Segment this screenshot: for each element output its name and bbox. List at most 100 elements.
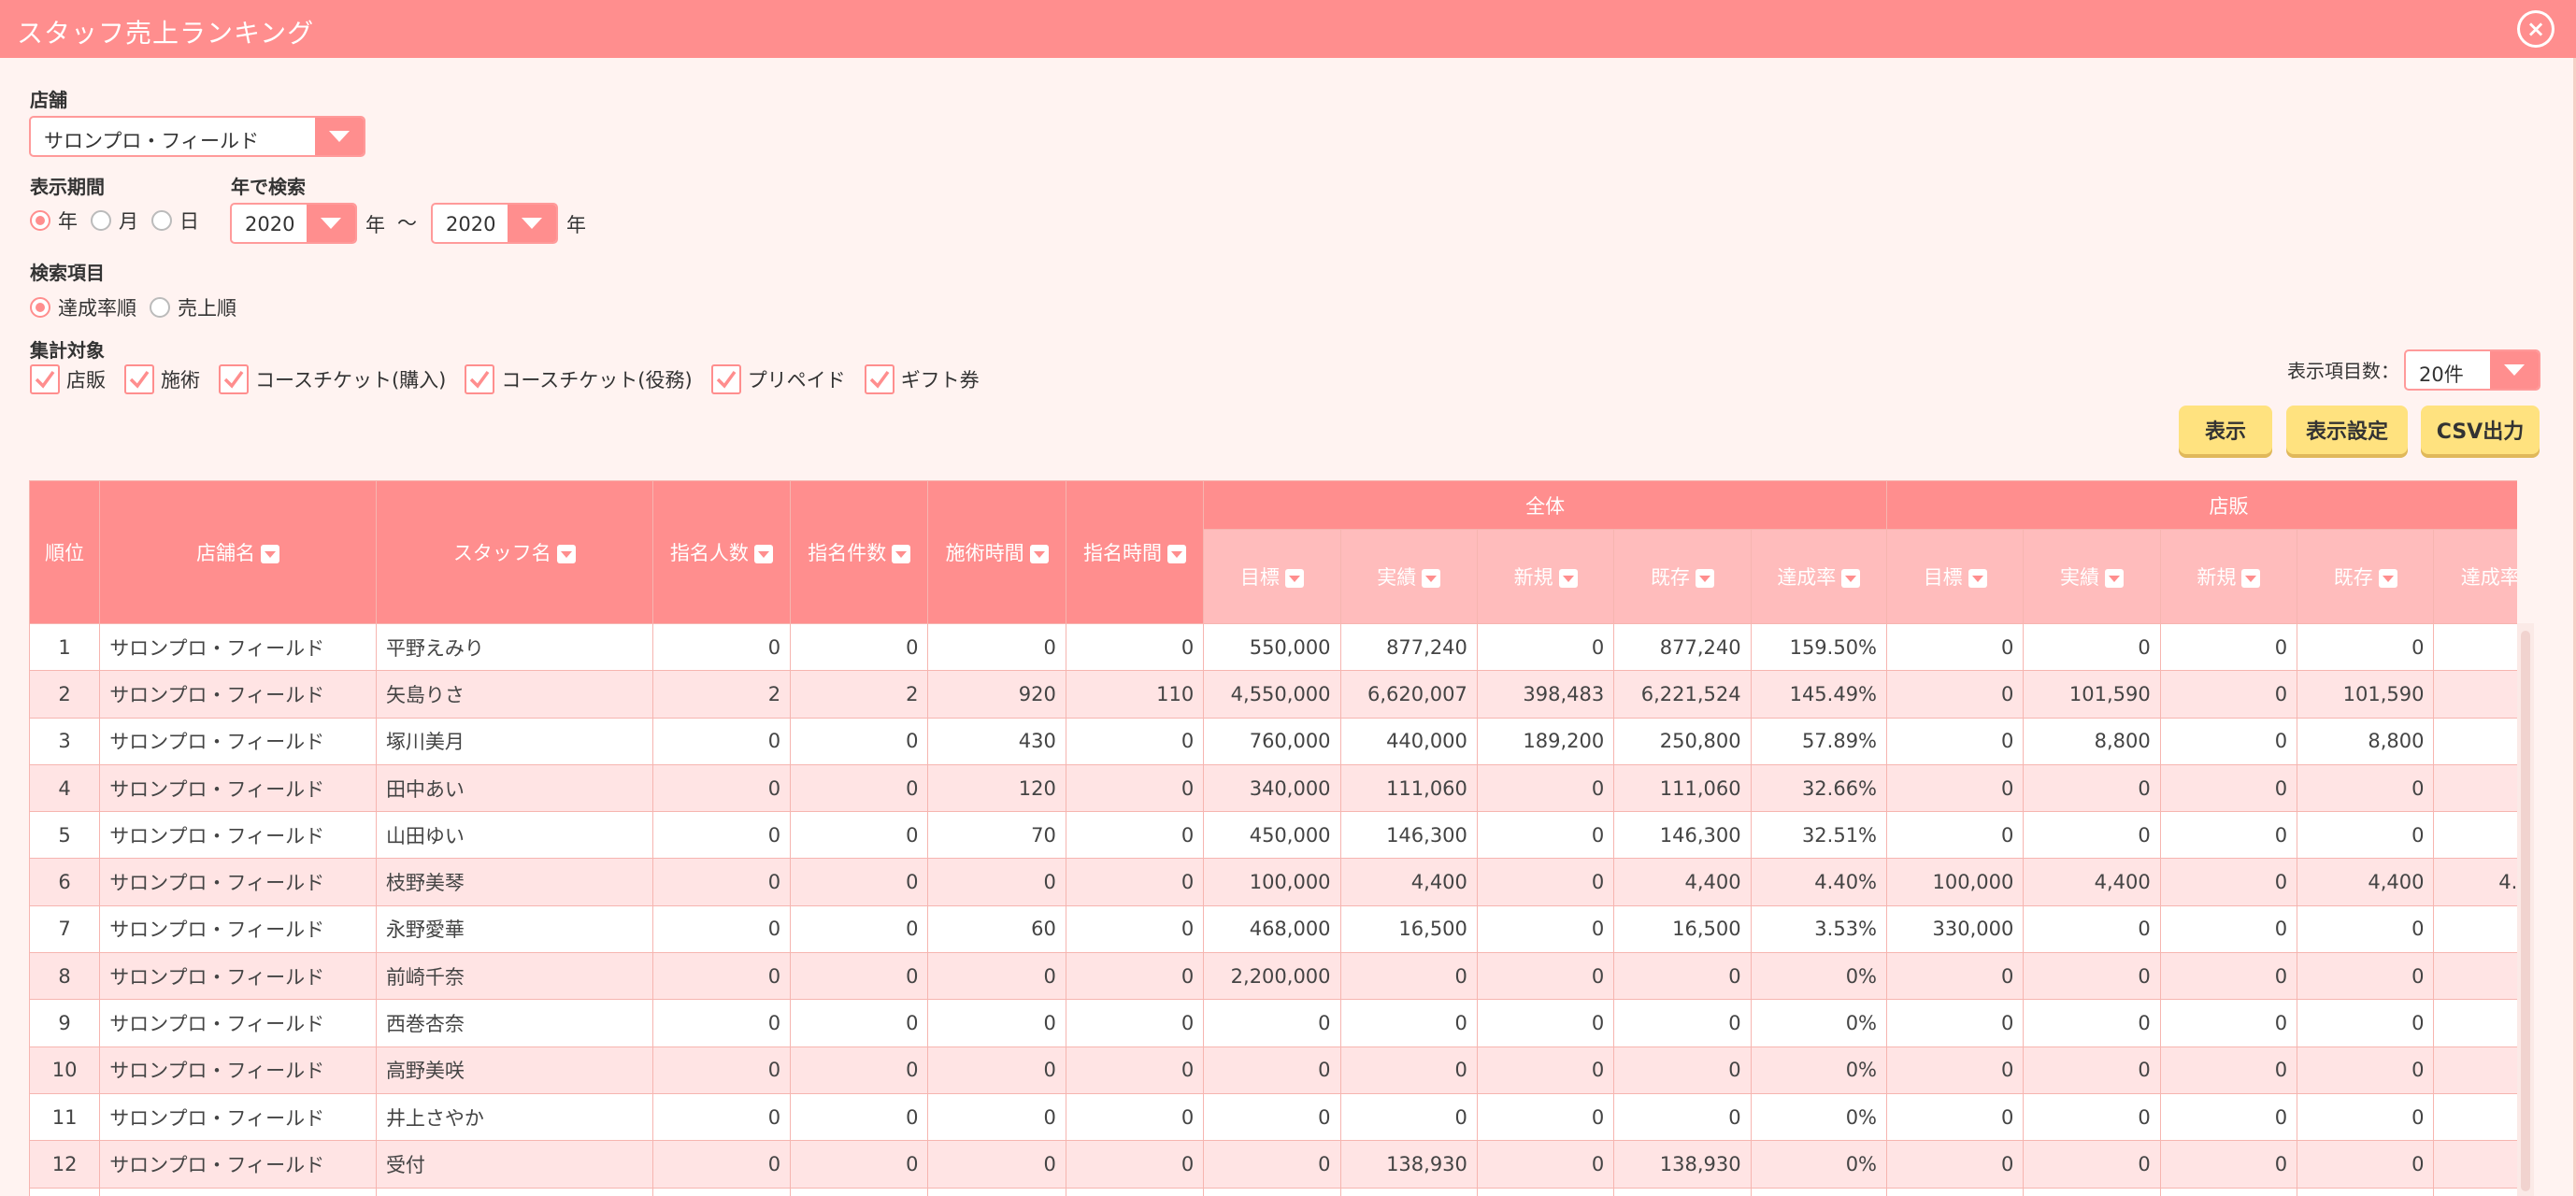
col-retail-actual[interactable]: 実績	[2023, 529, 2161, 624]
col-treatment-time[interactable]: 施術時間	[927, 480, 1066, 624]
table-row[interactable]: 2 サロンプロ・フィールド 矢島りさ 2 2 920 110 4,550,000 6,620,0…	[29, 670, 2517, 719]
col-nominated-people[interactable]: 指名人数	[651, 480, 792, 624]
scrollbar-thumb[interactable]	[2521, 631, 2530, 1191]
sort-icon[interactable]	[261, 545, 280, 563]
table-row[interactable]	[29, 1187, 2517, 1196]
cell-a-new: 0	[1476, 999, 1615, 1047]
cell-r-act: 0	[2023, 811, 2161, 860]
col-all-new[interactable]: 新規	[1476, 529, 1615, 624]
target-checkbox-course-service[interactable]: コースチケット(役務)	[465, 364, 693, 394]
ranking-table: 順位 店舗名 スタッフ名 指名人数 指名件数 施術時間 指名時間 全体 店販 目…	[29, 480, 2517, 1196]
modal-window: スタッフ売上ランキング × 店舗 サロンプロ・フィールド 表示期間 年 月 日 …	[0, 0, 2576, 1196]
col-retail-new[interactable]: 新規	[2159, 529, 2298, 624]
csv-export-button[interactable]: CSV出力	[2421, 406, 2540, 454]
table-row[interactable]: 9 サロンプロ・フィールド 西巻杏奈 0 0 0 0 0 0 0 0 0% 0 0 0 0	[29, 999, 2517, 1047]
sort-icon[interactable]	[892, 545, 911, 563]
radio-icon	[150, 297, 170, 318]
col-all-actual[interactable]: 実績	[1339, 529, 1478, 624]
cell-np: 0	[651, 811, 792, 860]
sort-icon[interactable]	[1968, 569, 1987, 588]
table-row[interactable]: 10 サロンプロ・フィールド 高野美咲 0 0 0 0 0 0 0 0 0% 0 0 0 0	[29, 1046, 2517, 1094]
table-row[interactable]: 1 サロンプロ・フィールド 平野えみり 0 0 0 0 550,000 877,240 0 877,…	[29, 622, 2517, 672]
sort-icon[interactable]	[1029, 545, 1049, 563]
col-staff[interactable]: スタッフ名	[375, 480, 653, 624]
sort-icon[interactable]	[556, 545, 576, 563]
table-row[interactable]: 7 サロンプロ・フィールド 永野愛華 0 0 60 0 468,000 16,500 0 16,50…	[29, 904, 2517, 954]
table-row[interactable]: 4 サロンプロ・フィールド 田中あい 0 0 120 0 340,000 111,060 0 111…	[29, 763, 2517, 813]
cell-store: サロンプロ・フィールド	[99, 1140, 377, 1189]
col-nominated-time[interactable]: 指名時間	[1065, 480, 1205, 624]
table-scrollbar[interactable]	[2517, 623, 2534, 1196]
target-checkbox-treatment[interactable]: 施術	[124, 364, 200, 394]
col-all-existing[interactable]: 既存	[1613, 529, 1752, 624]
col-retail-existing[interactable]: 既存	[2297, 529, 2435, 624]
table-row[interactable]: 6 サロンプロ・フィールド 枝野美琴 0 0 0 0 100,000 4,400 0 4,400 4.…	[29, 858, 2517, 906]
cell-a-rate: 0%	[1750, 1092, 1888, 1142]
search-radio-achievement[interactable]: 達成率順	[30, 293, 136, 321]
cell-a-rate: 0%	[1750, 999, 1888, 1047]
display-count-select[interactable]: 20件	[2404, 349, 2540, 391]
cell-np: 0	[651, 999, 792, 1047]
table-row[interactable]: 12 サロンプロ・フィールド 受付 0 0 0 0 0 138,930 0 138,930 0% 0 0 0…	[29, 1140, 2517, 1189]
cell-rank: 10	[29, 1046, 101, 1094]
sort-icon[interactable]	[1841, 569, 1861, 588]
target-checkbox-course-purchase[interactable]: コースチケット(購入)	[219, 364, 446, 394]
store-select[interactable]: サロンプロ・フィールド	[29, 116, 365, 157]
cell-nc: 0	[790, 1140, 929, 1189]
year-to-select[interactable]: 2020	[431, 203, 558, 244]
sort-icon[interactable]	[1422, 569, 1441, 588]
close-button[interactable]: ×	[2517, 10, 2555, 48]
target-checkbox-prepaid[interactable]: プリペイド	[710, 364, 846, 394]
cell-nt: 0	[1065, 763, 1205, 813]
target-checkbox-gift[interactable]: ギフト券	[864, 364, 980, 394]
checkmark-icon	[30, 364, 60, 394]
sort-icon[interactable]	[753, 545, 773, 563]
search-radio-sales[interactable]: 売上順	[150, 293, 236, 321]
col-store[interactable]: 店舗名	[99, 480, 377, 624]
display-settings-button[interactable]: 表示設定	[2286, 406, 2408, 454]
sort-icon[interactable]	[2241, 569, 2261, 588]
cell-a-ex	[1613, 1187, 1752, 1196]
cell-a-new: 0	[1476, 622, 1615, 672]
cell-a-rate: 32.51%	[1750, 811, 1888, 860]
table-row[interactable]: 3 サロンプロ・フィールド 塚川美月 0 0 430 0 760,000 440,000 189,…	[29, 717, 2517, 765]
cell-nc: 0	[790, 763, 929, 813]
period-radio-year[interactable]: 年	[30, 206, 78, 235]
cell-np: 0	[651, 904, 792, 954]
sort-icon[interactable]	[1558, 569, 1578, 588]
cell-a-new: 0	[1476, 1140, 1615, 1189]
year-from-select[interactable]: 2020	[230, 203, 357, 244]
cell-r-new: 0	[2159, 904, 2298, 954]
table-row[interactable]: 5 サロンプロ・フィールド 山田ゆい 0 0 70 0 450,000 146,300 0 146,…	[29, 811, 2517, 860]
show-button[interactable]: 表示	[2179, 406, 2272, 454]
sort-icon[interactable]	[1284, 569, 1304, 588]
search-item-label: 検索項目	[30, 262, 105, 284]
target-checkbox-retail[interactable]: 店販	[30, 364, 106, 394]
col-nominated-count[interactable]: 指名件数	[790, 480, 929, 624]
col-all-rate[interactable]: 達成率	[1750, 529, 1888, 624]
sort-icon[interactable]	[2378, 569, 2397, 588]
cell-r-goal: 0	[1886, 763, 2025, 813]
cell-nc: 0	[790, 858, 929, 906]
checkmark-icon	[710, 364, 741, 394]
cell-np	[651, 1187, 792, 1196]
cell-a-rate	[1750, 1187, 1888, 1196]
table-row[interactable]: 11 サロンプロ・フィールド 井上さやか 0 0 0 0 0 0 0 0 0% 0 0 0 0	[29, 1092, 2517, 1142]
period-radio-day[interactable]: 日	[151, 206, 199, 235]
sort-icon[interactable]	[1167, 545, 1186, 563]
cell-tt: 0	[927, 952, 1066, 1001]
cell-r-rate	[2433, 904, 2517, 954]
sort-icon[interactable]	[2105, 569, 2125, 588]
sort-icon[interactable]	[1695, 569, 1714, 588]
cell-nt: 0	[1065, 1046, 1205, 1094]
cell-r-goal: 0	[1886, 952, 2025, 1001]
col-retail-rate[interactable]: 達成率	[2433, 529, 2517, 624]
period-radio-month[interactable]: 月	[91, 206, 138, 235]
col-all-goal[interactable]: 目標	[1203, 529, 1341, 624]
checkmark-icon	[465, 364, 495, 394]
group-header-all: 全体	[1203, 480, 1888, 530]
period-radio-group: 年 月 日	[30, 206, 212, 235]
col-retail-goal[interactable]: 目標	[1886, 529, 2025, 624]
table-row[interactable]: 8 サロンプロ・フィールド 前崎千奈 0 0 0 0 2,200,000 0 0 0 0% 0 0 0 0	[29, 952, 2517, 1001]
cell-a-ex: 138,930	[1613, 1140, 1752, 1189]
